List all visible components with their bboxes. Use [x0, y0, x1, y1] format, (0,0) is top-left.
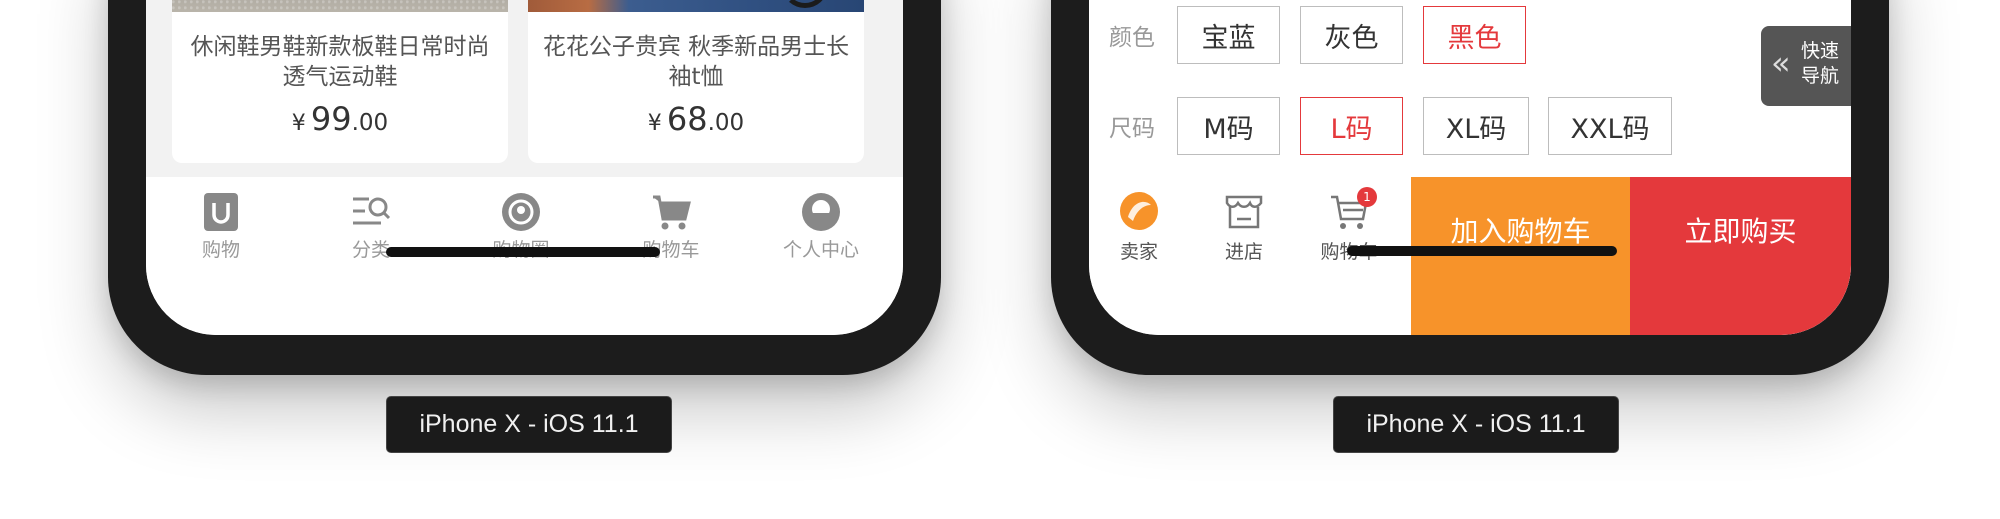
- color-option-black[interactable]: 黑色: [1423, 6, 1526, 64]
- product-price: ¥ 99.00: [291, 100, 389, 138]
- screen-left: 休闲鞋男鞋新款板鞋日常时尚透气运动鞋 ¥ 99.00 花花公子贵宾 秋季新品男士…: [146, 0, 903, 335]
- product-price: ¥ 68.00: [647, 100, 745, 138]
- size-option-m[interactable]: M码: [1177, 97, 1280, 155]
- phone-frame-right: 颜色 宝蓝 灰色 黑色 尺码 M码 L码 XL码 XXL码 « 快速 导航 卖家…: [1051, 0, 1889, 375]
- product-title: 休闲鞋男鞋新款板鞋日常时尚透气运动鞋: [190, 34, 490, 90]
- add-to-cart-button[interactable]: 加入购物车: [1411, 177, 1630, 335]
- cart-icon: [596, 191, 746, 233]
- store-icon: [1194, 191, 1294, 233]
- double-chevron-left-icon: «: [1771, 44, 1791, 82]
- cart-count-badge: 1: [1357, 187, 1377, 207]
- screen-right: 颜色 宝蓝 灰色 黑色 尺码 M码 L码 XL码 XXL码 « 快速 导航 卖家…: [1089, 0, 1851, 335]
- purchase-action-bar: 卖家 进店 1 购物车 加入购物车 立即购买: [1089, 177, 1851, 335]
- color-option-gray[interactable]: 灰色: [1300, 6, 1403, 64]
- home-indicator[interactable]: [386, 247, 660, 257]
- quick-nav-button[interactable]: « 快速 导航: [1761, 26, 1851, 106]
- cart-icon: 1: [1299, 187, 1399, 233]
- seller-button[interactable]: 卖家: [1089, 191, 1189, 264]
- tab-profile[interactable]: 个人中心: [746, 191, 896, 262]
- shopping-circle-icon: [446, 191, 596, 233]
- shop-u-icon: [146, 191, 296, 233]
- quick-nav-label-line2: 导航: [1801, 65, 1840, 87]
- tab-shop[interactable]: 购物: [146, 191, 296, 262]
- device-caption: iPhone X - iOS 11.1: [386, 396, 672, 453]
- home-indicator[interactable]: [1347, 246, 1617, 256]
- size-option-xxl[interactable]: XXL码: [1548, 97, 1672, 155]
- quick-nav-label-line1: 快速: [1801, 40, 1840, 62]
- enter-store-button[interactable]: 进店: [1194, 191, 1294, 264]
- category-search-icon: [296, 191, 446, 233]
- phone-frame-left: 休闲鞋男鞋新款板鞋日常时尚透气运动鞋 ¥ 99.00 花花公子贵宾 秋季新品男士…: [108, 0, 941, 375]
- color-option-royal-blue[interactable]: 宝蓝: [1177, 6, 1280, 64]
- size-option-xl[interactable]: XL码: [1423, 97, 1529, 155]
- product-card[interactable]: 休闲鞋男鞋新款板鞋日常时尚透气运动鞋 ¥ 99.00: [172, 0, 508, 163]
- spec-selector: 颜色 宝蓝 灰色 黑色 尺码 M码 L码 XL码 XXL码 « 快速 导航: [1089, 0, 1851, 177]
- color-label: 颜色: [1109, 25, 1155, 51]
- size-label: 尺码: [1109, 116, 1155, 142]
- product-card[interactable]: 花花公子贵宾 秋季新品男士长袖t恤 ¥ 68.00: [528, 0, 864, 163]
- product-title: 花花公子贵宾 秋季新品男士长袖t恤: [542, 34, 850, 90]
- profile-icon: [746, 191, 896, 233]
- seller-icon: [1089, 191, 1189, 233]
- buy-now-button[interactable]: 立即购买: [1630, 177, 1851, 335]
- size-option-l[interactable]: L码: [1300, 97, 1403, 155]
- product-image: [528, 0, 864, 12]
- device-caption: iPhone X - iOS 11.1: [1333, 396, 1619, 453]
- product-image: [172, 0, 508, 12]
